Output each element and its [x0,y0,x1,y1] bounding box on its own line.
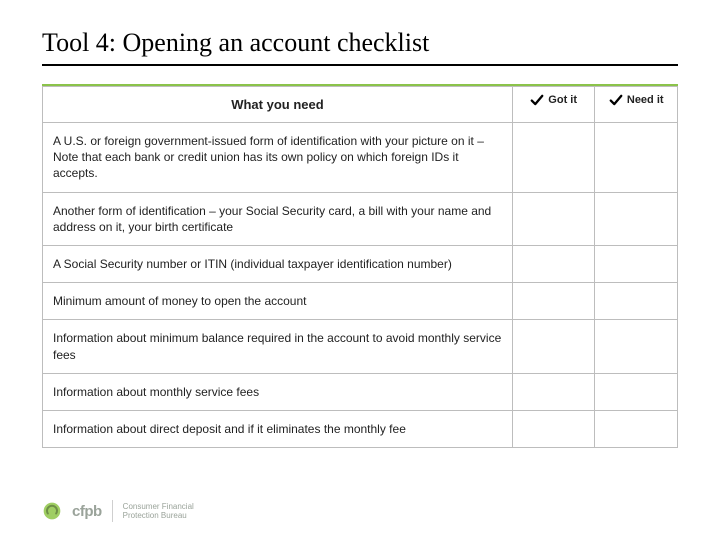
item-text: Information about minimum balance requir… [43,320,513,373]
footer-subtitle: Consumer Financial Protection Bureau [123,502,194,520]
check-icon [530,93,544,107]
checklist-table: What you need Got it Need it A U.S. or [42,86,678,448]
got-it-box[interactable] [512,123,595,193]
footer-wordmark: cfpb [72,503,102,520]
item-text: A Social Security number or ITIN (indivi… [43,245,513,282]
col-header-need-label: Need it [627,94,664,107]
need-it-box[interactable] [595,320,678,373]
check-icon [609,93,623,107]
got-it-box[interactable] [512,192,595,245]
table-header-row: What you need Got it Need it [43,87,678,123]
need-it-box[interactable] [595,283,678,320]
table-row: Information about direct deposit and if … [43,410,678,447]
title-rule: Tool 4: Opening an account checklist [42,28,678,66]
table-row: Information about minimum balance requir… [43,320,678,373]
col-header-need: Need it [595,87,678,123]
got-it-box[interactable] [512,245,595,282]
cfpb-logo-icon [42,501,62,521]
footer-divider [112,500,113,522]
got-it-box[interactable] [512,320,595,373]
item-text: Information about direct deposit and if … [43,410,513,447]
table-row: Minimum amount of money to open the acco… [43,283,678,320]
table-row: Another form of identification – your So… [43,192,678,245]
col-header-what: What you need [43,87,513,123]
need-it-box[interactable] [595,373,678,410]
need-it-box[interactable] [595,123,678,193]
got-it-box[interactable] [512,283,595,320]
need-it-box[interactable] [595,410,678,447]
got-it-box[interactable] [512,410,595,447]
footer: cfpb Consumer Financial Protection Burea… [42,500,194,522]
col-header-got-label: Got it [548,94,577,107]
got-it-box[interactable] [512,373,595,410]
table-row: Information about monthly service fees [43,373,678,410]
page: Tool 4: Opening an account checklist Wha… [0,0,720,540]
need-it-box[interactable] [595,192,678,245]
item-text: A U.S. or foreign government-issued form… [43,123,513,193]
footer-line1: Consumer Financial [123,502,194,511]
item-text: Information about monthly service fees [43,373,513,410]
table-row: A U.S. or foreign government-issued form… [43,123,678,193]
page-title: Tool 4: Opening an account checklist [42,28,678,58]
item-text: Minimum amount of money to open the acco… [43,283,513,320]
footer-line2: Protection Bureau [123,511,187,520]
table-row: A Social Security number or ITIN (indivi… [43,245,678,282]
col-header-got: Got it [512,87,595,123]
item-text: Another form of identification – your So… [43,192,513,245]
need-it-box[interactable] [595,245,678,282]
